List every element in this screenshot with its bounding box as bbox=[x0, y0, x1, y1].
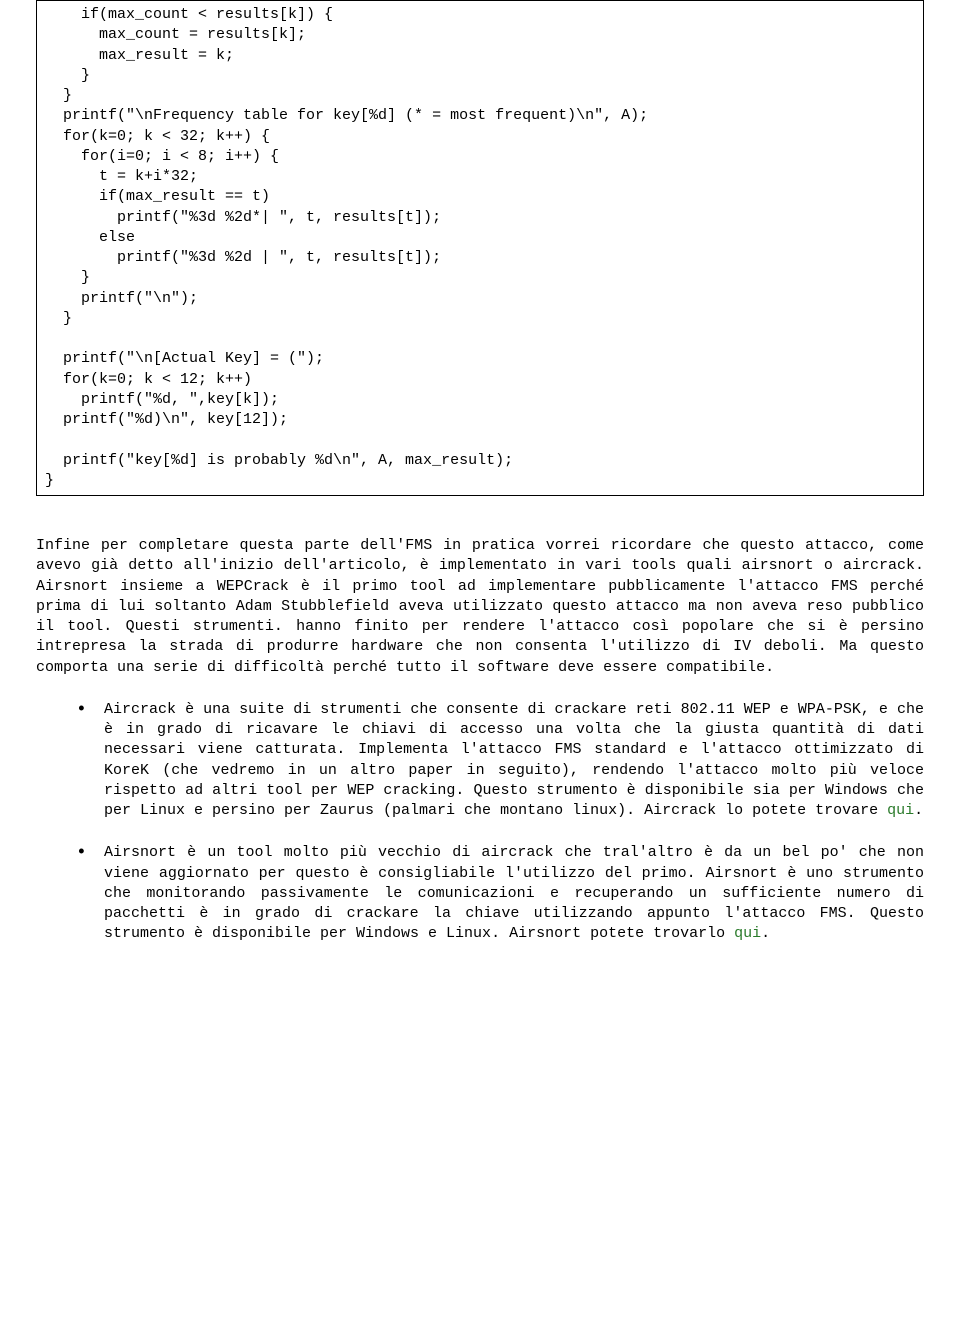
list-item-text: Airsnort è un tool molto più vecchio di … bbox=[104, 844, 924, 942]
list-item-tail: . bbox=[761, 925, 770, 942]
bullet-list: Aircrack è una suite di strumenti che co… bbox=[76, 700, 924, 945]
link-qui[interactable]: qui bbox=[734, 925, 761, 942]
list-item-text: Aircrack è una suite di strumenti che co… bbox=[104, 701, 924, 819]
code-listing: if(max_count < results[k]) { max_count =… bbox=[36, 0, 924, 496]
link-qui[interactable]: qui bbox=[887, 802, 914, 819]
list-item: Airsnort è un tool molto più vecchio di … bbox=[76, 843, 924, 944]
body-paragraph: Infine per completare questa parte dell'… bbox=[36, 536, 924, 678]
list-item-tail: . bbox=[914, 802, 923, 819]
list-item: Aircrack è una suite di strumenti che co… bbox=[76, 700, 924, 822]
page: if(max_count < results[k]) { max_count =… bbox=[0, 0, 960, 1007]
